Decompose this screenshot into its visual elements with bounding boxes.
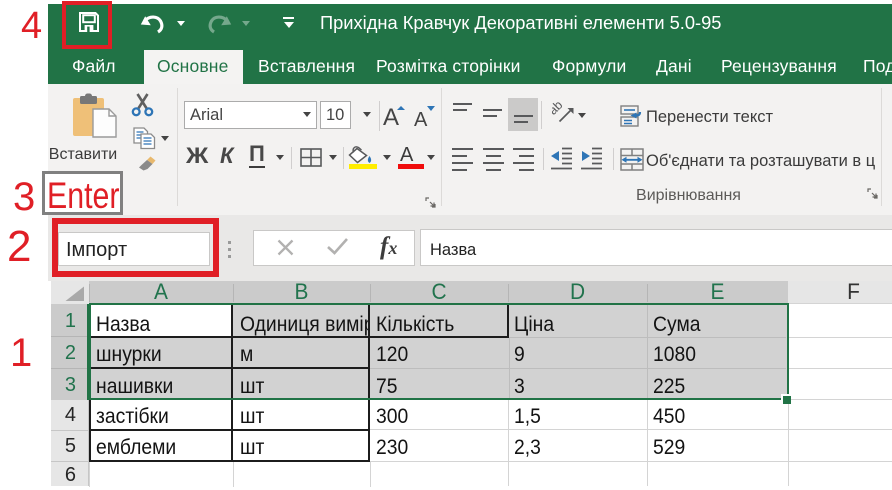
svg-text:ab: ab (552, 102, 565, 118)
